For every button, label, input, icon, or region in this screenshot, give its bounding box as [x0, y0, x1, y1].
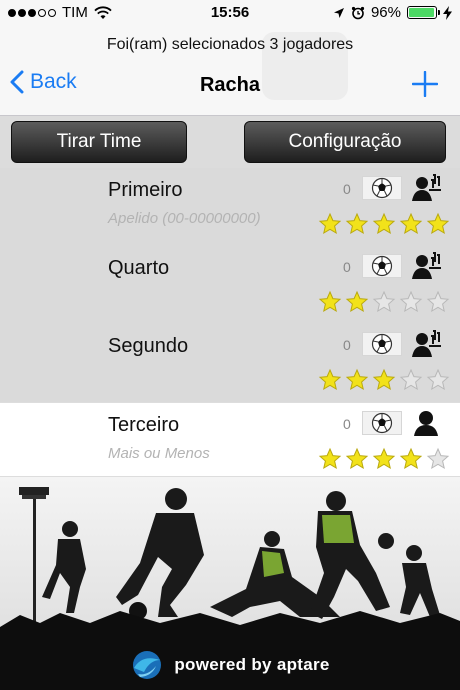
page-title: Racha	[199, 74, 261, 96]
player-status-icon	[411, 409, 441, 437]
player-status-icon	[411, 174, 441, 202]
player-name: Terceiro	[108, 414, 180, 436]
configuracao-button[interactable]: Configuração	[244, 121, 446, 163]
star-filled-icon[interactable]	[318, 212, 342, 236]
status-right: 96%	[333, 4, 452, 21]
charging-bolt-icon	[443, 5, 452, 20]
star-empty-icon[interactable]	[426, 447, 450, 471]
powered-by: powered by aptare	[0, 645, 460, 685]
star-filled-icon[interactable]	[399, 447, 423, 471]
action-toolbar: Tirar Time Configuração	[0, 116, 460, 168]
star-filled-icon[interactable]	[372, 368, 396, 392]
player-name: Quarto	[108, 257, 170, 279]
star-empty-icon[interactable]	[399, 368, 423, 392]
star-filled-icon[interactable]	[318, 290, 342, 314]
star-filled-icon[interactable]	[399, 212, 423, 236]
star-filled-icon[interactable]	[345, 368, 369, 392]
soccer-ball-icon	[362, 411, 402, 435]
powered-by-text: powered by aptare	[174, 655, 330, 674]
star-filled-icon[interactable]	[426, 212, 450, 236]
star-filled-icon[interactable]	[345, 290, 369, 314]
star-empty-icon[interactable]	[426, 290, 450, 314]
player-subtitle: Mais ou Menos	[108, 445, 210, 462]
star-filled-icon[interactable]	[318, 368, 342, 392]
star-empty-icon[interactable]	[426, 368, 450, 392]
star-filled-icon[interactable]	[318, 447, 342, 471]
battery-percent: 96%	[370, 4, 401, 21]
star-filled-icon[interactable]	[345, 447, 369, 471]
player-status-icon	[411, 252, 441, 280]
star-filled-icon[interactable]	[345, 212, 369, 236]
star-empty-icon[interactable]	[399, 290, 423, 314]
soccer-ball-icon	[362, 332, 402, 356]
player-count: 0	[343, 337, 351, 353]
player-list: Primeiro Apelido (00-00000000) 0 Quarto …	[0, 168, 460, 478]
location-arrow-icon	[333, 7, 344, 18]
status-bar: TIM 15:56 96%	[0, 0, 460, 26]
add-player-button[interactable]	[411, 70, 439, 102]
player-row[interactable]: Quarto 0	[0, 246, 460, 324]
player-row[interactable]: Primeiro Apelido (00-00000000) 0	[0, 168, 460, 246]
rating-stars[interactable]	[318, 290, 450, 314]
player-name: Segundo	[108, 335, 189, 357]
player-status-icon	[411, 330, 441, 358]
navigation-bar: Foi(ram) selecionados 3 jogadores Back R…	[0, 26, 460, 116]
soccer-ball-icon	[362, 254, 402, 278]
player-count: 0	[343, 181, 351, 197]
player-row[interactable]: Segundo 0	[0, 324, 460, 402]
rating-stars[interactable]	[318, 447, 450, 471]
selection-prompt: Foi(ram) selecionados 3 jogadores	[106, 36, 354, 53]
tirar-time-button[interactable]: Tirar Time	[11, 121, 187, 163]
player-name: Primeiro	[108, 179, 183, 201]
rating-stars[interactable]	[318, 368, 450, 392]
star-filled-icon[interactable]	[372, 212, 396, 236]
star-empty-icon[interactable]	[372, 290, 396, 314]
alarm-clock-icon	[351, 6, 365, 19]
star-filled-icon[interactable]	[372, 447, 396, 471]
aptare-logo-icon	[133, 651, 162, 679]
player-count: 0	[343, 416, 351, 432]
footer-banner: powered by aptare	[0, 476, 460, 690]
player-subtitle: Apelido (00-00000000)	[108, 210, 261, 227]
rating-stars[interactable]	[318, 212, 450, 236]
battery-icon	[407, 6, 440, 19]
soccer-ball-icon	[362, 176, 402, 200]
battery-level	[409, 8, 434, 17]
player-row[interactable]: Terceiro Mais ou Menos 0	[0, 402, 460, 478]
player-count: 0	[343, 259, 351, 275]
plus-icon	[411, 70, 439, 98]
